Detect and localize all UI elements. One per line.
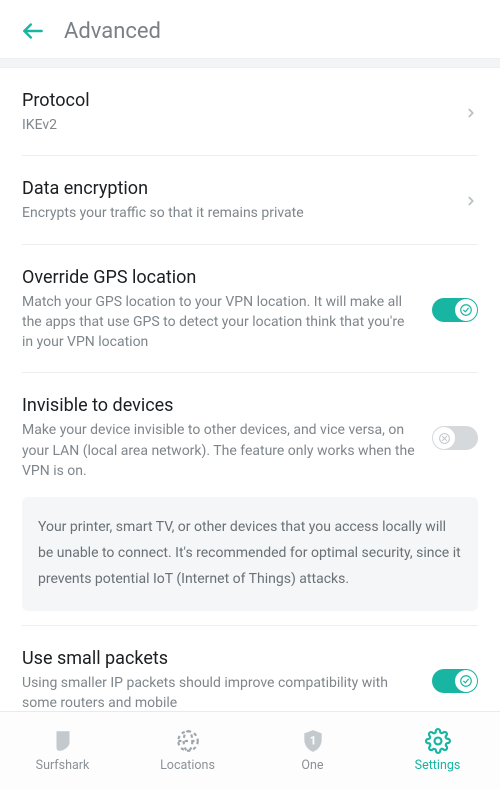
back-arrow-icon[interactable]	[20, 18, 46, 44]
tab-label: One	[301, 758, 323, 773]
invisible-toggle[interactable]	[432, 426, 478, 450]
protocol-value: IKEv2	[22, 115, 450, 135]
svg-text:1: 1	[309, 733, 316, 747]
chevron-right-icon	[464, 190, 478, 212]
data-encryption-row[interactable]: Data encryption Encrypts your traffic so…	[22, 156, 478, 244]
data-encryption-subtitle: Encrypts your traffic so that it remains…	[22, 203, 450, 223]
data-encryption-title: Data encryption	[22, 178, 450, 199]
small-packets-title: Use small packets	[22, 648, 418, 669]
invisible-title: Invisible to devices	[22, 395, 418, 416]
override-gps-title: Override GPS location	[22, 267, 418, 288]
surfshark-icon	[50, 728, 76, 754]
bottom-nav: Surfshark Locations 1 One	[0, 711, 500, 789]
override-gps-subtitle: Match your GPS location to your VPN loca…	[22, 292, 418, 353]
invisible-subtitle: Make your device invisible to other devi…	[22, 420, 418, 481]
tab-one[interactable]: 1 One	[250, 728, 375, 773]
tab-surfshark[interactable]: Surfshark	[0, 728, 125, 773]
override-gps-row: Override GPS location Match your GPS loc…	[22, 245, 478, 374]
tab-label: Settings	[415, 758, 461, 773]
header-bar: Advanced	[0, 0, 500, 58]
invisible-note: Your printer, smart TV, or other devices…	[22, 497, 478, 611]
protocol-title: Protocol	[22, 90, 450, 111]
chevron-right-icon	[464, 102, 478, 124]
tab-label: Locations	[160, 758, 215, 773]
tab-label: Surfshark	[36, 758, 90, 773]
small-packets-subtitle: Using smaller IP packets should improve …	[22, 673, 418, 711]
tab-settings[interactable]: Settings	[375, 728, 500, 773]
shield-one-icon: 1	[300, 728, 326, 754]
small-packets-toggle[interactable]	[432, 669, 478, 693]
tab-locations[interactable]: Locations	[125, 728, 250, 773]
settings-list: Protocol IKEv2 Data encryption Encrypts …	[0, 68, 500, 711]
protocol-row[interactable]: Protocol IKEv2	[22, 68, 478, 156]
override-gps-toggle[interactable]	[432, 298, 478, 322]
section-separator	[0, 58, 500, 68]
page-title: Advanced	[64, 19, 161, 44]
globe-icon	[175, 728, 201, 754]
invisible-row: Invisible to devices Make your device in…	[22, 373, 478, 493]
small-packets-row: Use small packets Using smaller IP packe…	[22, 626, 478, 711]
gear-icon	[425, 728, 451, 754]
